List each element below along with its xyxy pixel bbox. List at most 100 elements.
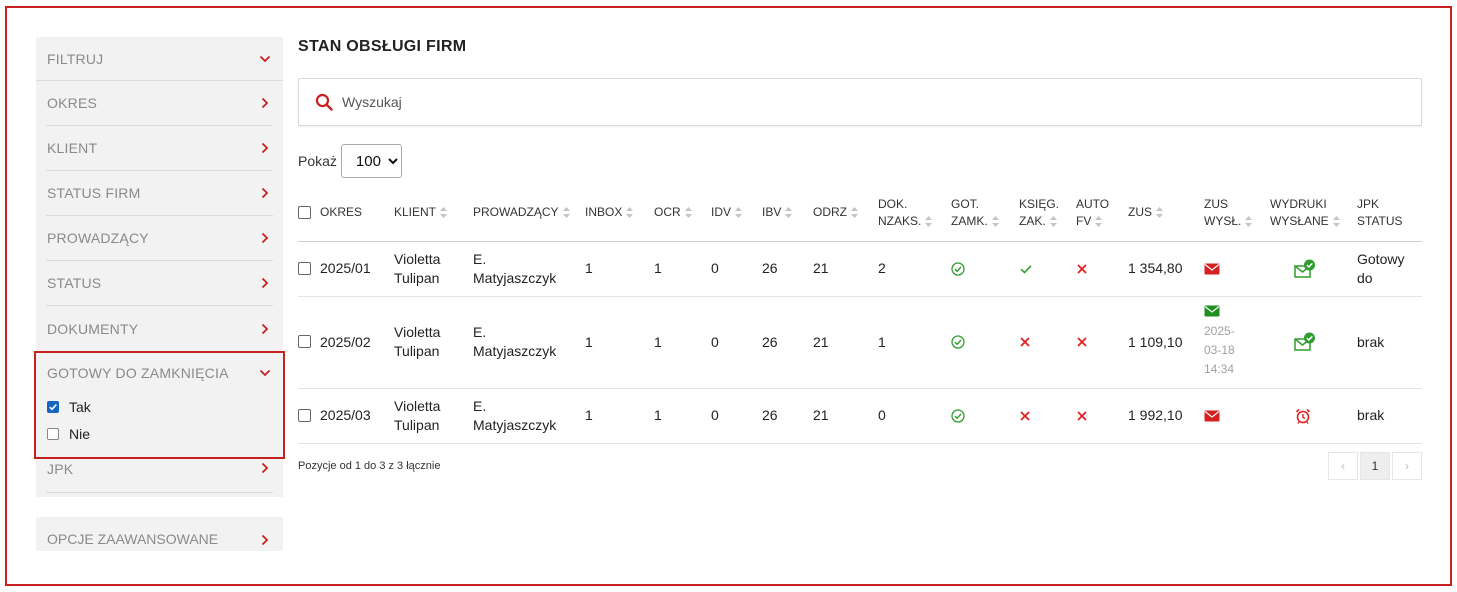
col-klient-label: KLIENT [394,205,437,220]
envelope-check-icon[interactable] [1294,259,1316,279]
col-dok-nzaks[interactable]: DOK. NZAKS. [878,185,951,242]
sort-icon [1095,215,1103,227]
cell-ibv: 26 [762,388,813,444]
page-size-select[interactable]: 100 [340,144,402,178]
prow-line-1: E. [473,397,487,414]
jpk-line-1: brak [1357,407,1385,423]
page-title: STAN OBSŁUGI FIRM [298,38,467,55]
filter-status-label: STATUS [47,275,102,291]
filter-status-firm-label: STATUS FIRM [47,185,141,201]
col-ibv[interactable]: IBV [762,185,813,242]
col-ibv-label: IBV [762,205,782,220]
okres-value: 2025/02 [320,333,371,350]
filter-gotowy-label: GOTOWY DO ZAMKNIĘCIA [47,365,229,381]
filter-status[interactable]: STATUS [46,261,273,306]
col-got-zamk[interactable]: GOT. ZAMK. [951,185,1019,242]
search-input[interactable] [342,94,942,110]
envelope-icon[interactable] [1204,305,1220,317]
cell-klient: Violetta Tulipan [394,388,473,444]
chevron-right-icon [258,186,272,200]
firms-table: OKRES KLIENT PROWADZĄCY INBOX OCR IDV IB… [298,185,1422,444]
envelope-icon[interactable] [1204,410,1220,422]
next-page-button[interactable]: › [1392,451,1422,480]
cell-wydruki[interactable] [1270,296,1357,389]
search-box[interactable] [298,78,1422,126]
sort-icon [735,207,743,219]
advanced-options-toggle[interactable]: OPCJE ZAAWANSOWANE [36,517,283,551]
col-dok-label-2: NZAKS. [878,213,922,228]
filter-prowadzacy[interactable]: PROWADZĄCY [46,216,273,261]
cell-zus-wysl[interactable]: 2025- 03-18 14:34 [1204,296,1270,389]
col-prowadzacy-label: PROWADZĄCY [473,205,559,220]
col-wydr-label-1: WYDRUKI [1270,196,1327,211]
cell-ksieg [1019,296,1076,389]
cell-idv: 0 [711,388,762,444]
cell-got [951,241,1019,297]
checkbox-tak[interactable] [47,400,59,413]
prev-page-button[interactable]: ‹ [1328,451,1358,480]
filter-klient[interactable]: KLIENT [46,126,273,171]
table-row[interactable]: 2025/01 Violetta Tulipan E. Matyjaszczyk 1… [298,241,1422,297]
cell-prowadzacy: E. Matyjaszczyk [473,296,585,389]
filter-jpk[interactable]: JPK [46,459,273,493]
cell-wydruki[interactable] [1270,241,1357,297]
col-auto-fv[interactable]: AUTO FV [1076,185,1128,242]
col-wydr-label-2: WYSŁANE [1270,213,1329,228]
filter-status-firm[interactable]: STATUS FIRM [46,171,273,216]
option-tak[interactable]: Tak [36,393,283,420]
select-all-checkbox[interactable] [298,205,311,219]
search-icon [315,93,333,111]
filter-sidebar: FILTRUJ OKRES KLIENT STATUS FIRM PROWADZ… [34,37,285,551]
filter-prowadzacy-label: PROWADZĄCY [47,230,149,246]
filter-klient-label: KLIENT [47,140,98,156]
cell-zus-wysl[interactable] [1204,241,1270,297]
col-klient[interactable]: KLIENT [394,185,473,242]
option-nie[interactable]: Nie [36,420,283,447]
col-ksieg-zak[interactable]: KSIĘG. ZAK. [1019,185,1076,242]
filter-dokumenty[interactable]: DOKUMENTY [46,306,273,351]
filter-okres[interactable]: OKRES [46,81,273,126]
col-zus-wysl[interactable]: ZUS WYSŁ. [1204,185,1270,242]
col-okres[interactable]: OKRES [298,185,394,242]
filter-gotowy-toggle[interactable]: GOTOWY DO ZAMKNIĘCIA [36,353,283,393]
col-zus-label: ZUS [1128,205,1152,220]
col-ksieg-label-1: KSIĘG. [1019,196,1060,211]
filter-gotowy-section: GOTOWY DO ZAMKNIĘCIA Tak Nie [34,351,285,459]
klient-line-2: Tulipan [394,269,440,286]
col-ocr[interactable]: OCR [654,185,711,242]
jpk-line-2: do [1357,269,1373,286]
page-button-1[interactable]: 1 [1360,451,1390,480]
row-checkbox[interactable] [298,408,311,422]
cell-zus: 1 109,10 [1128,296,1204,389]
table-row[interactable]: 2025/03 Violetta Tulipan E. Matyjaszczyk 1… [298,388,1422,444]
cell-zus-wysl[interactable] [1204,388,1270,444]
page-size-label: Pokaż [298,153,337,169]
col-zus[interactable]: ZUS [1128,185,1204,242]
checkbox-nie[interactable] [47,427,59,440]
filter-toggle[interactable]: FILTRUJ [36,37,283,80]
col-idv[interactable]: IDV [711,185,762,242]
cell-prowadzacy: E. Matyjaszczyk [473,241,585,297]
check-icon [1020,264,1032,274]
col-got-label-2: ZAMK. [951,213,988,228]
zus-date-2: 03-18 [1204,343,1235,357]
cell-dok: 0 [878,388,951,444]
chevron-right-icon [258,276,272,290]
alarm-clock-icon[interactable] [1295,408,1311,424]
col-auto-label-1: AUTO [1076,196,1110,211]
envelope-check-icon[interactable] [1294,332,1316,352]
cell-inbox: 1 [585,296,654,389]
table-row[interactable]: 2025/02 Violetta Tulipan E. Matyjaszczyk 1… [298,296,1422,389]
col-inbox[interactable]: INBOX [585,185,654,242]
sort-icon [1245,215,1253,227]
cell-klient: Violetta Tulipan [394,241,473,297]
row-checkbox[interactable] [298,261,311,275]
envelope-icon[interactable] [1204,263,1220,275]
row-checkbox[interactable] [298,335,311,349]
chevron-right-icon [258,461,272,475]
col-odrz[interactable]: ODRZ [813,185,878,242]
col-wydruki[interactable]: WYDRUKI WYSŁANE [1270,185,1357,242]
col-prowadzacy[interactable]: PROWADZĄCY [473,185,585,242]
cell-wydruki[interactable] [1270,388,1357,444]
x-icon [1077,410,1087,421]
